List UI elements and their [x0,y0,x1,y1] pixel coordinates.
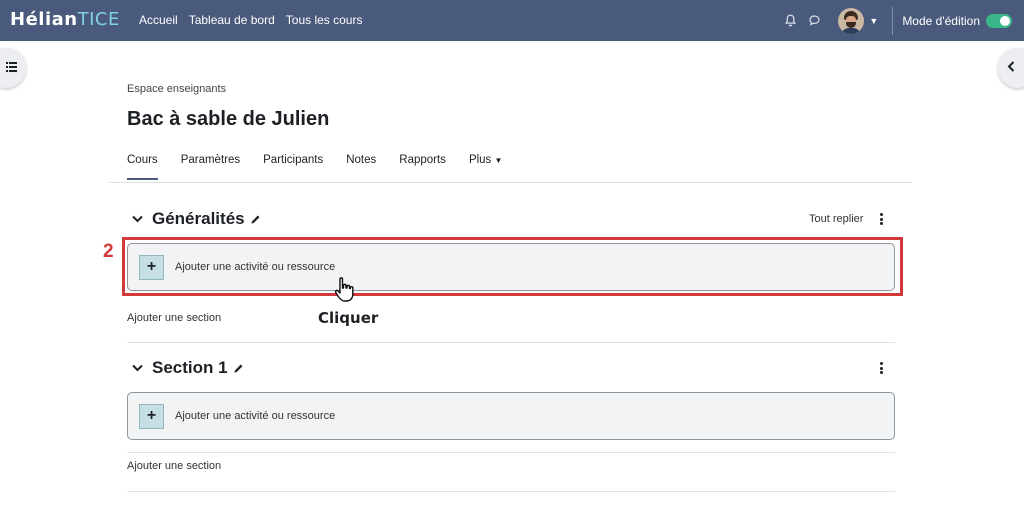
section-separator [127,342,895,343]
section-actions-kebab-icon[interactable] [877,212,885,226]
section-actions-kebab-icon[interactable] [877,361,885,375]
add-activity-or-resource-button[interactable]: + Ajouter une activité ou ressource [127,392,895,440]
edit-mode-toggle[interactable] [986,13,1012,28]
notifications-bell-icon[interactable] [780,11,800,31]
tab-course[interactable]: Cours [127,154,158,180]
edit-section-name-pencil-icon[interactable] [233,363,244,374]
chevron-down-icon: ▼ [494,156,503,165]
user-avatar[interactable] [838,7,865,34]
navbar-user-area: ▼ Mode d'édition [780,0,1024,41]
section-separator [127,491,895,492]
navbar-divider [892,6,894,35]
section-title[interactable]: Section 1 [152,358,228,378]
open-block-drawer-button[interactable] [998,48,1024,88]
tabs-divider [109,182,912,183]
user-menu-chevron-down-icon[interactable]: ▼ [869,16,878,26]
annotation-click-label: Cliquer [318,309,379,327]
add-section-link[interactable]: Ajouter une section [127,312,221,324]
brand-name-part1: Hélian [10,9,78,30]
section-title[interactable]: Généralités [152,209,245,229]
tab-reports[interactable]: Rapports [399,154,446,180]
hand-pointer-cursor-icon [334,276,358,308]
nav-link-home[interactable]: Accueil [139,13,178,27]
annotation-highlight-box [122,237,903,296]
section-separator [127,452,895,453]
messages-chat-icon[interactable] [804,11,824,31]
course-secondary-navigation: Cours Paramètres Participants Notes Rapp… [127,154,525,180]
tab-more-label: Plus [468,154,492,166]
open-course-index-button[interactable] [0,48,26,88]
section-header-section-1: Section 1 [132,358,244,378]
plus-icon: + [139,403,164,429]
list-icon [6,59,17,77]
tab-more[interactable]: Plus ▼ [469,154,503,180]
brand-name-part2: TICE [77,9,120,30]
breadcrumb[interactable]: Espace enseignants [127,83,226,95]
page-title: Bac à sable de Julien [127,108,330,130]
nav-link-dashboard[interactable]: Tableau de bord [189,13,275,27]
collapse-all-link[interactable]: Tout replier [809,213,863,225]
section-header-general: Généralités [132,209,261,229]
site-logo[interactable]: HélianTICE [10,9,120,30]
nav-link-all-courses[interactable]: Tous les cours [286,13,363,27]
add-activity-label: Ajouter une activité ou ressource [175,410,336,422]
add-section-link[interactable]: Ajouter une section [127,460,221,472]
top-navbar: HélianTICE Accueil Tableau de bord Tous … [0,0,1024,41]
collapse-section-chevron-icon[interactable] [132,359,143,377]
tab-settings[interactable]: Paramètres [181,154,240,180]
primary-navigation: Accueil Tableau de bord Tous les cours [139,13,362,27]
tab-grades[interactable]: Notes [346,154,376,180]
edit-mode-label: Mode d'édition [902,13,980,28]
collapse-section-chevron-icon[interactable] [132,210,143,228]
edit-section-name-pencil-icon[interactable] [250,214,261,225]
annotation-step-number: 2 [103,241,114,262]
chevron-left-icon [1007,59,1015,77]
tab-participants[interactable]: Participants [263,154,323,180]
